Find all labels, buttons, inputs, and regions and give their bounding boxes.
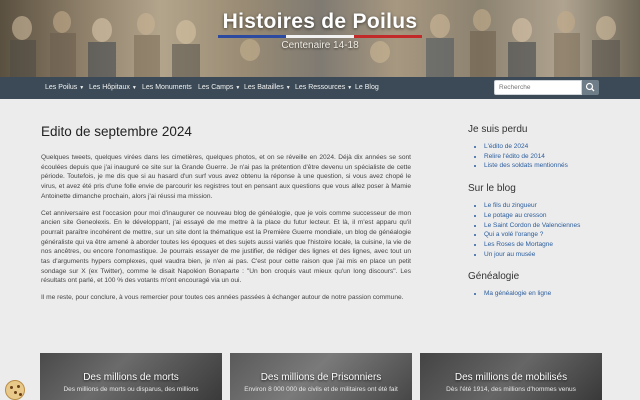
card-morts[interactable]: Des millions de morts Des millions de mo… xyxy=(40,353,222,400)
search-input[interactable] xyxy=(494,80,582,95)
sidebar-link[interactable]: Relire l'édito de 2014 xyxy=(484,152,618,162)
sidebar-heading-perdu: Je suis perdu xyxy=(468,124,528,135)
card-text: Environ 8 000 000 de civils et de milita… xyxy=(244,386,398,393)
sidebar-link[interactable]: Les Roses de Mortagne xyxy=(484,240,618,250)
nav-item-blog[interactable]: Le Blog xyxy=(355,77,379,99)
nav-item-batailles[interactable]: Les Batailles ▼ xyxy=(244,77,291,99)
card-title: Des millions de mobilisés xyxy=(454,372,568,383)
sidebar-link[interactable]: L'édito de 2024 xyxy=(484,142,618,152)
search-button[interactable] xyxy=(582,80,599,95)
caret-down-icon: ▼ xyxy=(285,85,291,91)
card-title: Des millions de Prisonniers xyxy=(260,372,382,383)
sidebar-heading-blog: Sur le blog xyxy=(468,183,516,195)
sidebar-list-genealogie: Ma généalogie en ligne xyxy=(468,289,618,299)
nav-item-camps[interactable]: Les Camps ▼ xyxy=(198,77,240,99)
site-subtitle: Centenaire 14-18 xyxy=(281,40,359,51)
sidebar-link[interactable]: Un jour au musée xyxy=(484,250,618,260)
feature-cards: Des millions de morts Des millions de mo… xyxy=(40,353,602,400)
post-paragraph: Il me reste, pour conclure, à vous remer… xyxy=(41,294,404,302)
card-title: Des millions de morts xyxy=(83,372,179,383)
site-header: Histoires de Poilus Centenaire 14-18 xyxy=(0,0,640,77)
post-content: Edito de septembre 2024 Quelques tweets,… xyxy=(41,124,411,310)
nav-item-monuments[interactable]: Les Monuments xyxy=(142,77,192,99)
site-title[interactable]: Histoires de Poilus xyxy=(0,10,640,34)
caret-down-icon: ▼ xyxy=(131,85,137,91)
nav-item-poilus[interactable]: Les Poilus ▼ xyxy=(45,77,84,99)
card-text: Des millions de morts ou disparus, des m… xyxy=(63,386,199,393)
sidebar-list-blog: Le fils du zingueur Le potage au cresson… xyxy=(468,201,618,259)
card-text: Dès l'été 1914, des millions d'hommes ve… xyxy=(446,386,576,393)
nav-item-ressources[interactable]: Les Ressources ▼ xyxy=(295,77,352,99)
sidebar-link[interactable]: Le Saint Cordon de Valenciennes xyxy=(484,221,618,231)
caret-down-icon: ▼ xyxy=(235,85,241,91)
sidebar-link[interactable]: Qui a volé l'orange ? xyxy=(484,230,618,240)
sidebar-list-perdu: L'édito de 2024 Relire l'édito de 2014 L… xyxy=(468,142,618,171)
sidebar-link[interactable]: Le potage au cresson xyxy=(484,211,618,221)
card-mobilises[interactable]: Des millions de mobilisés Dès l'été 1914… xyxy=(420,353,602,400)
sidebar-link[interactable]: Le fils du zingueur xyxy=(484,201,618,211)
post-paragraph: Cet anniversaire est l'occasion pour moi… xyxy=(41,209,411,285)
sidebar-link[interactable]: Ma généalogie en ligne xyxy=(484,289,618,299)
search-icon xyxy=(585,82,595,92)
sidebar-link[interactable]: Liste des soldats mentionnés xyxy=(484,161,618,171)
cookie-icon[interactable] xyxy=(5,380,25,400)
caret-down-icon: ▼ xyxy=(79,85,85,91)
post-title: Edito de septembre 2024 xyxy=(41,124,192,139)
sidebar: Je suis perdu L'édito de 2024 Relire l'é… xyxy=(468,124,618,311)
nav-item-hopitaux[interactable]: Les Hôpitaux ▼ xyxy=(89,77,137,99)
post-paragraph: Quelques tweets, quelques virées dans le… xyxy=(41,154,411,200)
sidebar-heading-genealogie: Généalogie xyxy=(468,271,520,283)
card-prisonniers[interactable]: Des millions de Prisonniers Environ 8 00… xyxy=(230,353,412,400)
tricolor-rule xyxy=(218,35,422,38)
caret-down-icon: ▼ xyxy=(347,85,353,91)
